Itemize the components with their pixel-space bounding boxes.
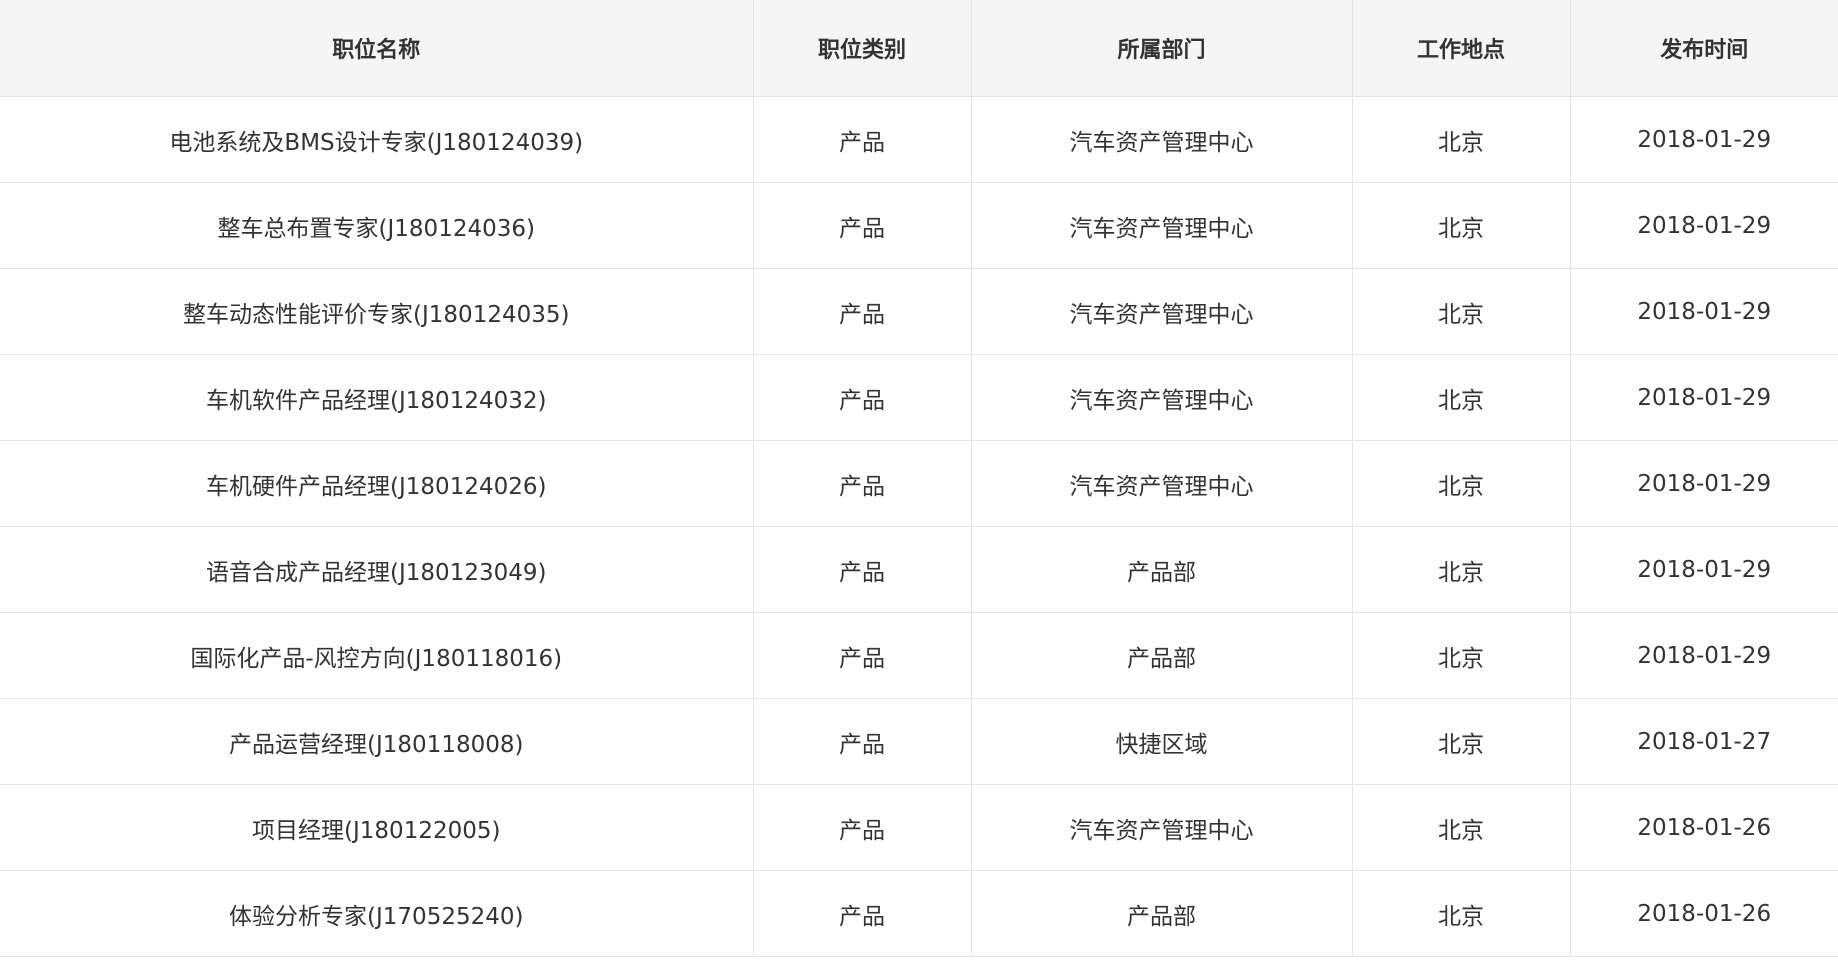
job-list: 职位名称 职位类别 所属部门 工作地点 发布时间 电池系统及BMS设计专家(J1…	[0, 0, 1838, 964]
table-header: 职位名称 职位类别 所属部门 工作地点 发布时间	[0, 0, 1838, 97]
job-category: 产品	[753, 870, 972, 957]
table-row[interactable]: 车机软件产品经理(J180124032) 产品 汽车资产管理中心 北京 2018…	[0, 354, 1838, 441]
job-publish-date: 2018-01-29	[1570, 96, 1838, 183]
job-department: 汽车资产管理中心	[971, 354, 1353, 441]
job-category: 产品	[753, 268, 972, 355]
job-category: 产品	[753, 612, 972, 699]
job-location: 北京	[1352, 698, 1571, 785]
job-location: 北京	[1352, 784, 1571, 871]
header-position-category: 职位类别	[753, 0, 972, 97]
job-location: 北京	[1352, 96, 1571, 183]
job-department: 汽车资产管理中心	[971, 182, 1353, 269]
job-department: 汽车资产管理中心	[971, 268, 1353, 355]
job-category: 产品	[753, 526, 972, 613]
job-department: 汽车资产管理中心	[971, 96, 1353, 183]
job-title-link[interactable]: 车机硬件产品经理(J180124026)	[0, 440, 754, 527]
job-department: 快捷区域	[971, 698, 1353, 785]
job-location: 北京	[1352, 268, 1571, 355]
job-title-link[interactable]: 项目经理(J180122005)	[0, 784, 754, 871]
table-row[interactable]: 整车总布置专家(J180124036) 产品 汽车资产管理中心 北京 2018-…	[0, 182, 1838, 269]
job-department: 产品部	[971, 526, 1353, 613]
job-publish-date: 2018-01-27	[1570, 698, 1838, 785]
job-table: 职位名称 职位类别 所属部门 工作地点 发布时间 电池系统及BMS设计专家(J1…	[0, 0, 1838, 957]
job-category: 产品	[753, 440, 972, 527]
job-title-link[interactable]: 产品运营经理(J180118008)	[0, 698, 754, 785]
table-row[interactable]: 产品运营经理(J180118008) 产品 快捷区域 北京 2018-01-27	[0, 698, 1838, 785]
table-row[interactable]: 整车动态性能评价专家(J180124035) 产品 汽车资产管理中心 北京 20…	[0, 268, 1838, 355]
job-publish-date: 2018-01-29	[1570, 182, 1838, 269]
job-title-link[interactable]: 国际化产品-风控方向(J180118016)	[0, 612, 754, 699]
job-category: 产品	[753, 96, 972, 183]
job-department: 产品部	[971, 870, 1353, 957]
table-row[interactable]: 项目经理(J180122005) 产品 汽车资产管理中心 北京 2018-01-…	[0, 784, 1838, 871]
job-publish-date: 2018-01-29	[1570, 268, 1838, 355]
job-title-link[interactable]: 语音合成产品经理(J180123049)	[0, 526, 754, 613]
job-category: 产品	[753, 784, 972, 871]
job-location: 北京	[1352, 526, 1571, 613]
table-body: 电池系统及BMS设计专家(J180124039) 产品 汽车资产管理中心 北京 …	[0, 96, 1838, 957]
job-department: 产品部	[971, 612, 1353, 699]
header-department: 所属部门	[971, 0, 1353, 97]
job-publish-date: 2018-01-26	[1570, 870, 1838, 957]
table-row[interactable]: 车机硬件产品经理(J180124026) 产品 汽车资产管理中心 北京 2018…	[0, 440, 1838, 527]
job-publish-date: 2018-01-29	[1570, 440, 1838, 527]
job-category: 产品	[753, 698, 972, 785]
header-publish-date: 发布时间	[1570, 0, 1838, 97]
job-publish-date: 2018-01-29	[1570, 612, 1838, 699]
job-location: 北京	[1352, 354, 1571, 441]
job-title-link[interactable]: 电池系统及BMS设计专家(J180124039)	[0, 96, 754, 183]
job-location: 北京	[1352, 612, 1571, 699]
job-publish-date: 2018-01-26	[1570, 784, 1838, 871]
job-publish-date: 2018-01-29	[1570, 354, 1838, 441]
job-title-link[interactable]: 车机软件产品经理(J180124032)	[0, 354, 754, 441]
job-title-link[interactable]: 整车动态性能评价专家(J180124035)	[0, 268, 754, 355]
table-row[interactable]: 体验分析专家(J170525240) 产品 产品部 北京 2018-01-26	[0, 870, 1838, 957]
job-title-link[interactable]: 整车总布置专家(J180124036)	[0, 182, 754, 269]
table-row[interactable]: 电池系统及BMS设计专家(J180124039) 产品 汽车资产管理中心 北京 …	[0, 96, 1838, 183]
header-row: 职位名称 职位类别 所属部门 工作地点 发布时间	[0, 0, 1838, 97]
job-category: 产品	[753, 182, 972, 269]
job-category: 产品	[753, 354, 972, 441]
table-row[interactable]: 国际化产品-风控方向(J180118016) 产品 产品部 北京 2018-01…	[0, 612, 1838, 699]
job-location: 北京	[1352, 870, 1571, 957]
job-publish-date: 2018-01-29	[1570, 526, 1838, 613]
job-location: 北京	[1352, 440, 1571, 527]
job-department: 汽车资产管理中心	[971, 784, 1353, 871]
header-position-name: 职位名称	[0, 0, 754, 97]
header-location: 工作地点	[1352, 0, 1571, 97]
job-department: 汽车资产管理中心	[971, 440, 1353, 527]
table-row[interactable]: 语音合成产品经理(J180123049) 产品 产品部 北京 2018-01-2…	[0, 526, 1838, 613]
job-title-link[interactable]: 体验分析专家(J170525240)	[0, 870, 754, 957]
job-location: 北京	[1352, 182, 1571, 269]
